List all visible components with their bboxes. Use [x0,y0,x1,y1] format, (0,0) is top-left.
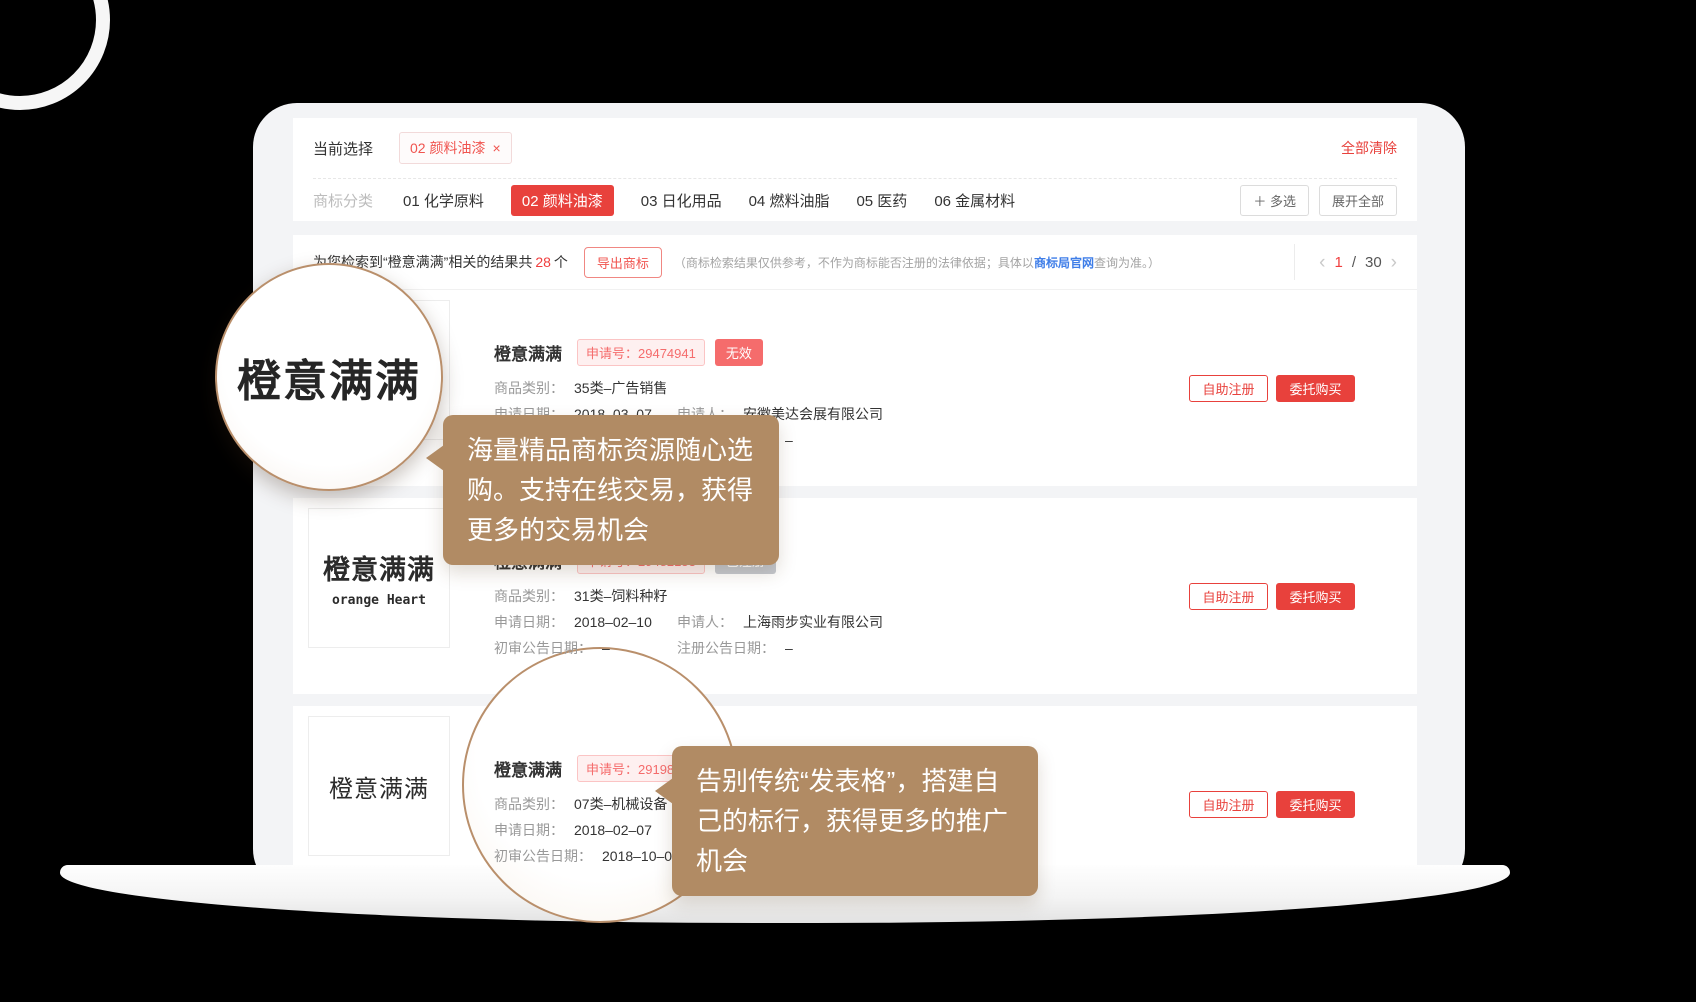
reg-notice-value: – [785,640,793,656]
category-label: 商品类别： [494,796,564,812]
prev-page-icon[interactable]: ‹ [1319,253,1325,272]
disclaimer-text: （商标检索结果仅供参考，不作为商标能否注册的法律依据；具体以商标局官网查询为准。… [674,254,1160,271]
trademark-text: 橙意满满 [329,769,429,804]
entrust-buy-button[interactable]: 委托购买 [1276,583,1355,610]
category-tab-03[interactable]: 03 日化用品 [641,190,722,211]
remove-filter-icon[interactable]: × [492,140,500,156]
expand-all-button[interactable]: 展开全部 [1319,185,1397,216]
apply-date-value: 2018–02–10 [574,614,652,630]
application-number-label: 申请号： [586,346,638,361]
trademark-image-2[interactable]: 橙意满满 orange Heart [308,508,450,648]
first-notice-value: – [602,640,610,656]
clear-all-link[interactable]: 全部清除 [1341,138,1397,158]
entrust-buy-button[interactable]: 委托购买 [1276,791,1355,818]
category-value: 31类–饲料种籽 [574,588,667,604]
self-register-button[interactable]: 自助注册 [1189,791,1268,818]
apply-date-label: 申请日期： [494,822,564,838]
current-page: 1 [1334,254,1342,271]
entrust-buy-button[interactable]: 委托购买 [1276,375,1355,402]
reg-notice-label: 注册公告日期： [677,640,775,656]
trademark-office-link[interactable]: 商标局官网 [1034,256,1094,270]
applicant-value: 上海雨步实业有限公司 [743,614,883,630]
category-tab-01[interactable]: 01 化学原料 [403,190,484,211]
callout-bubble-1: 海量精品商标资源随心选购。支持在线交易，获得更多的交易机会 [443,415,779,565]
callout-bubble-2: 告别传统“发表格”，搭建自己的标行，获得更多的推广机会 [672,746,1038,896]
application-number-chip: 申请号：29474941 [577,339,705,366]
trademark-name[interactable]: 橙意满满 [494,756,562,781]
next-page-icon[interactable]: › [1391,253,1397,272]
category-bar-label: 商标分类 [313,190,373,211]
reg-notice-value: – [785,432,793,448]
filter-panel: 当前选择 02 颜料油漆 × 全部清除 商标分类 01 化学原料 02 颜料油漆… [293,118,1417,221]
results-unit: 个 [554,254,568,270]
trademark-subtext: orange Heart [332,593,426,608]
apply-date-label: 申请日期： [494,614,564,630]
disclaimer-after: 查询为准。） [1094,256,1160,270]
background-card-corner [0,0,110,110]
category-tab-04[interactable]: 04 燃料油脂 [749,190,830,211]
category-bar: 商标分类 01 化学原料 02 颜料油漆 03 日化用品 04 燃料油脂 05 … [293,179,1417,221]
trademark-image-3[interactable]: 橙意满满 [308,716,450,856]
stage: 当前选择 02 颜料油漆 × 全部清除 商标分类 01 化学原料 02 颜料油漆… [0,0,1696,1002]
apply-date-value: 2018–02–07 [574,822,652,838]
magnified-trademark-text: 橙意满满 [237,345,421,409]
current-selection-row: 当前选择 02 颜料油漆 × 全部清除 [293,118,1417,178]
first-notice-label: 初审公告日期： [494,848,592,864]
results-header: 为您检索到“橙意满满”相关的结果共28个 导出商标 （商标检索结果仅供参考，不作… [293,235,1417,290]
callout-text: 告别传统“发表格”，搭建自己的标行，获得更多的推广机会 [696,761,1014,881]
category-tools: ＋ 多选 展开全部 [1240,185,1397,216]
category-tab-02-active[interactable]: 02 颜料油漆 [511,185,614,216]
application-number-label: 申请号： [586,762,638,777]
status-badge: 无效 [715,339,763,366]
disclaimer-before: （商标检索结果仅供参考，不作为商标能否注册的法律依据；具体以 [674,256,1034,270]
export-trademarks-button[interactable]: 导出商标 [584,247,662,278]
selected-filter-tag[interactable]: 02 颜料油漆 × [399,132,512,164]
applicant-label: 申请人： [677,614,733,630]
category-label: 商品类别： [494,588,564,604]
selected-filter-tag-label: 02 颜料油漆 [410,138,485,158]
category-value: 35类–广告销售 [574,380,667,396]
category-label: 商品类别： [494,380,564,396]
multi-select-button[interactable]: ＋ 多选 [1240,185,1309,216]
application-number-value: 29474941 [638,346,696,361]
total-pages: 30 [1365,254,1382,271]
trademark-name[interactable]: 橙意满满 [494,340,562,365]
magnifier-circle: 橙意满满 [215,263,443,491]
pagination: ‹ 1 / 30 › [1294,244,1397,280]
self-register-button[interactable]: 自助注册 [1189,583,1268,610]
category-value: 07类–机械设备 [574,796,667,812]
first-notice-label: 初审公告日期： [494,640,592,656]
category-tab-06[interactable]: 06 金属材料 [934,190,1015,211]
category-tab-05[interactable]: 05 医药 [856,190,907,211]
self-register-button[interactable]: 自助注册 [1189,375,1268,402]
callout-text: 海量精品商标资源随心选购。支持在线交易，获得更多的交易机会 [467,430,755,550]
first-notice-value: 2018–10–06 [602,848,680,864]
results-count: 28 [532,254,554,270]
trademark-text: 橙意满满 [323,548,435,587]
page-separator: / [1352,254,1356,271]
current-selection-label: 当前选择 [313,138,373,159]
